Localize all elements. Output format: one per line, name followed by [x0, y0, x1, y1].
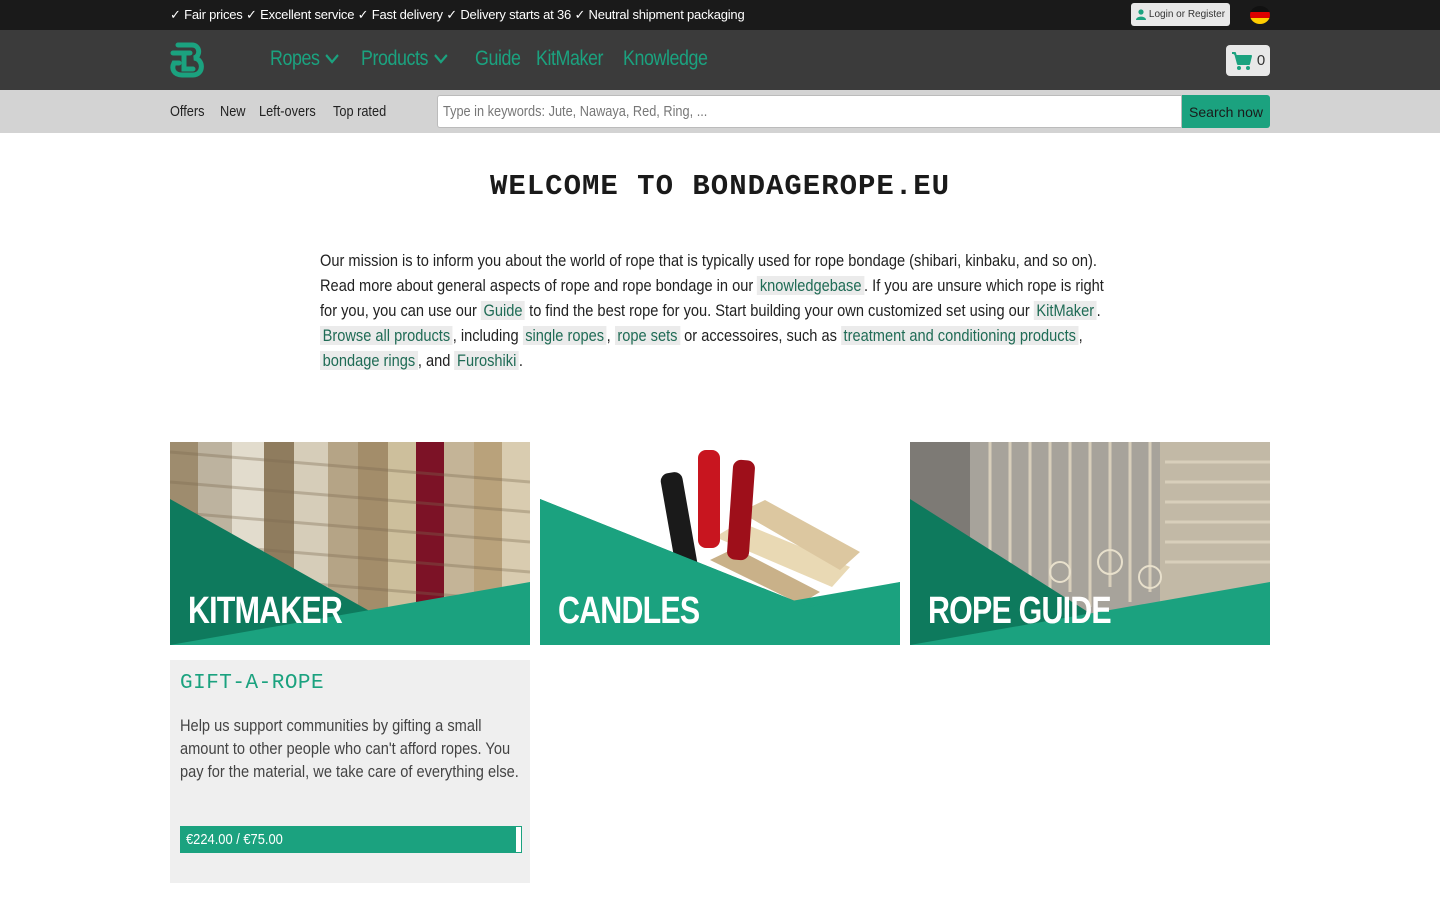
browse-products-link[interactable]: Browse all products	[320, 326, 453, 345]
gift-a-rope-description: Help us support communities by gifting a…	[180, 714, 520, 783]
gift-progress-label: €224.00 / €75.00	[186, 831, 283, 848]
candles-tile[interactable]: CANDLES	[540, 442, 900, 645]
mission-text: to find the best rope for you. Start bui…	[525, 301, 1034, 320]
nav-products-label: Products	[361, 47, 429, 70]
subnav-top-rated[interactable]: Top rated	[333, 103, 386, 120]
search-button[interactable]: Search now	[1182, 95, 1270, 128]
mission-text: ,	[606, 326, 615, 345]
nav-knowledge-label: Knowledge	[623, 47, 708, 70]
mission-text: ,	[1078, 326, 1083, 345]
shopping-cart-icon	[1231, 51, 1252, 70]
mission-paragraph: Our mission is to inform you about the w…	[320, 248, 1120, 373]
rope-guide-tile[interactable]: ROPE GUIDE	[910, 442, 1270, 645]
guide-link[interactable]: Guide	[480, 301, 526, 320]
mission-text: or accessoires, such as	[680, 326, 841, 345]
mission-text: , and	[417, 351, 455, 370]
chevron-down-icon	[325, 54, 339, 64]
nav-kitmaker[interactable]: KitMaker	[536, 47, 603, 71]
mission-text: .	[1096, 301, 1101, 320]
kitmaker-tile[interactable]: KITMAKER	[170, 442, 530, 645]
mission-text: , including	[452, 326, 523, 345]
login-register-label: Login or Register	[1148, 9, 1226, 20]
usp-banner: ✓ Fair prices ✓ Excellent service ✓ Fast…	[170, 7, 745, 22]
top-bar: ✓ Fair prices ✓ Excellent service ✓ Fast…	[0, 0, 1440, 30]
cart-button[interactable]: 0	[1226, 45, 1270, 76]
nav-products[interactable]: Products	[361, 47, 448, 71]
subnav-new[interactable]: New	[220, 103, 246, 120]
cart-count: 0	[1256, 52, 1266, 69]
rope-sets-link[interactable]: rope sets	[614, 326, 681, 345]
subnav-offers[interactable]: Offers	[170, 103, 204, 120]
page-title: WELCOME TO BONDAGEROPE.EU	[489, 170, 951, 203]
mission-text: .	[518, 351, 523, 370]
login-register-button[interactable]: Login or Register	[1131, 3, 1230, 26]
nav-kitmaker-label: KitMaker	[536, 47, 604, 70]
search-input[interactable]: Type in keywords: Jute, Nawaya, Red, Rin…	[437, 95, 1182, 128]
single-ropes-link[interactable]: single ropes	[522, 326, 607, 345]
nav-guide-label: Guide	[475, 47, 521, 70]
main-navbar: Ropes Products Guide KitMaker Knowledge …	[0, 30, 1440, 90]
german-flag-icon[interactable]	[1250, 6, 1270, 24]
subnav-left-overs[interactable]: Left-overs	[259, 103, 316, 120]
gift-a-rope-title[interactable]: GIFT-A-ROPE	[180, 672, 324, 695]
rope-guide-tile-title: ROPE GUIDE	[928, 590, 1112, 632]
nav-ropes[interactable]: Ropes	[270, 47, 340, 71]
furoshiki-link[interactable]: Furoshiki	[454, 351, 519, 370]
chevron-down-icon	[434, 54, 448, 64]
sub-navbar: Offers New Left-overs Top rated Type in …	[0, 90, 1440, 133]
search-placeholder: Type in keywords: Jute, Nawaya, Red, Rin…	[443, 103, 708, 120]
kitmaker-link[interactable]: KitMaker	[1033, 301, 1097, 320]
nav-ropes-label: Ropes	[270, 47, 320, 70]
knowledgebase-link[interactable]: knowledgebase	[757, 276, 865, 295]
nav-guide[interactable]: Guide	[475, 47, 521, 71]
gift-a-rope-card: GIFT-A-ROPE Help us support communities …	[170, 660, 530, 883]
candles-tile-title: CANDLES	[558, 590, 700, 632]
user-icon	[1135, 9, 1146, 20]
bondage-rings-link[interactable]: bondage rings	[320, 351, 418, 370]
gift-progress-bar: €224.00 / €75.00	[180, 826, 522, 853]
treatment-products-link[interactable]: treatment and conditioning products	[840, 326, 1079, 345]
nav-knowledge[interactable]: Knowledge	[623, 47, 708, 71]
gift-a-rope-text: Help us support communities by gifting a…	[180, 716, 519, 781]
logo-icon[interactable]	[170, 41, 210, 79]
kitmaker-tile-title: KITMAKER	[188, 590, 343, 632]
